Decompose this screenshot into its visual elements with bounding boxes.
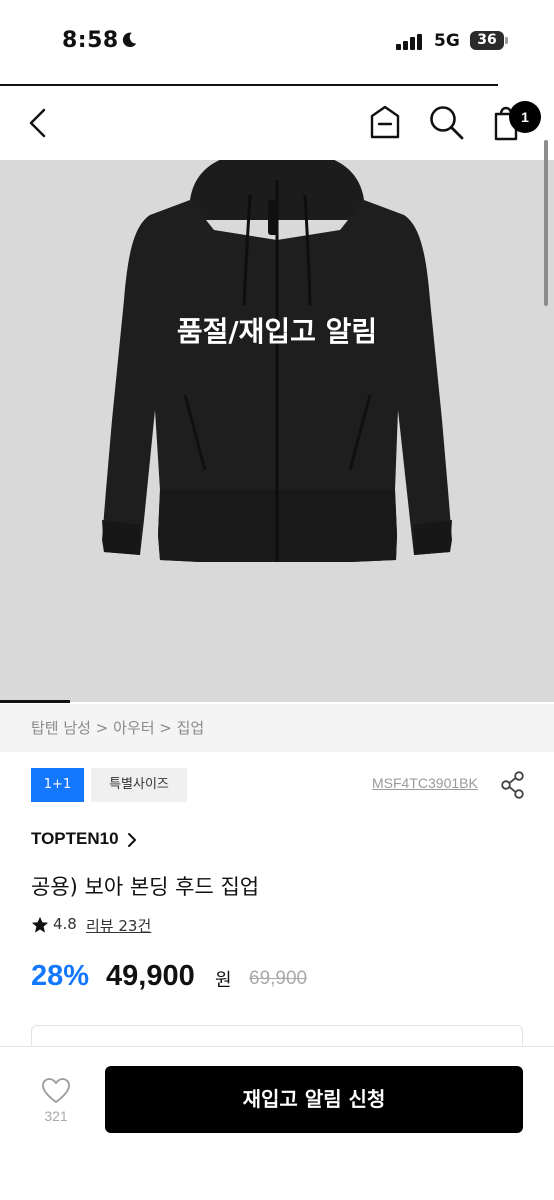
- wishlist-button[interactable]: 321: [30, 1074, 82, 1130]
- battery-tip: [505, 37, 508, 44]
- product-name: 공용) 보아 본딩 후드 집업: [31, 875, 260, 899]
- nav-bar: [0, 86, 554, 160]
- size-tag: 특별사이즈: [91, 768, 187, 802]
- breadcrumb: 탑텐 남성 > 아우터 > 집업: [0, 704, 554, 752]
- status-time: 8:58: [62, 28, 119, 53]
- scrollbar[interactable]: [544, 140, 548, 306]
- product-code[interactable]: MSF4TC3901BK: [372, 775, 478, 791]
- breadcrumb-separator: >: [159, 719, 177, 737]
- breadcrumb-separator: >: [95, 719, 114, 737]
- promo-tag: 1+1: [31, 768, 84, 802]
- network-label: 5G: [434, 31, 460, 51]
- hoodie-image: [102, 160, 452, 562]
- status-bar: 8:58 5G 36: [0, 0, 554, 84]
- review-count-link[interactable]: 리뷰 23건: [86, 915, 151, 936]
- chevron-right-icon[interactable]: [127, 832, 137, 848]
- restock-alert-button[interactable]: 재입고 알림 신청: [105, 1066, 523, 1133]
- discount-rate: 28%: [31, 960, 90, 992]
- brand-link[interactable]: TOPTEN10: [31, 829, 119, 849]
- rating-value: 4.8: [53, 915, 77, 933]
- currency-unit: 원: [215, 970, 232, 991]
- breadcrumb-item[interactable]: 집업: [177, 719, 205, 737]
- search-icon[interactable]: [428, 104, 466, 142]
- signal-icon: [396, 34, 422, 50]
- sale-price: 49,900: [106, 960, 195, 992]
- image-slide-progress: [0, 700, 70, 703]
- star-icon: [31, 916, 49, 933]
- battery-icon: 36: [470, 31, 504, 50]
- back-icon[interactable]: [24, 106, 54, 140]
- breadcrumb-item[interactable]: 아우터: [113, 719, 154, 737]
- soldout-overlay-label: 품절/재입고 알림: [176, 315, 378, 348]
- home-icon[interactable]: [368, 104, 402, 140]
- cart-count-badge: 1: [509, 101, 541, 133]
- breadcrumb-item[interactable]: 탑텐 남성: [31, 719, 91, 737]
- original-price: 69,900: [249, 968, 308, 989]
- product-image[interactable]: 품절/재입고 알림: [0, 160, 554, 702]
- heart-icon[interactable]: [42, 1078, 70, 1104]
- moon-icon: [122, 32, 137, 48]
- wishlist-count: 321: [44, 1108, 68, 1124]
- share-icon[interactable]: [500, 771, 526, 799]
